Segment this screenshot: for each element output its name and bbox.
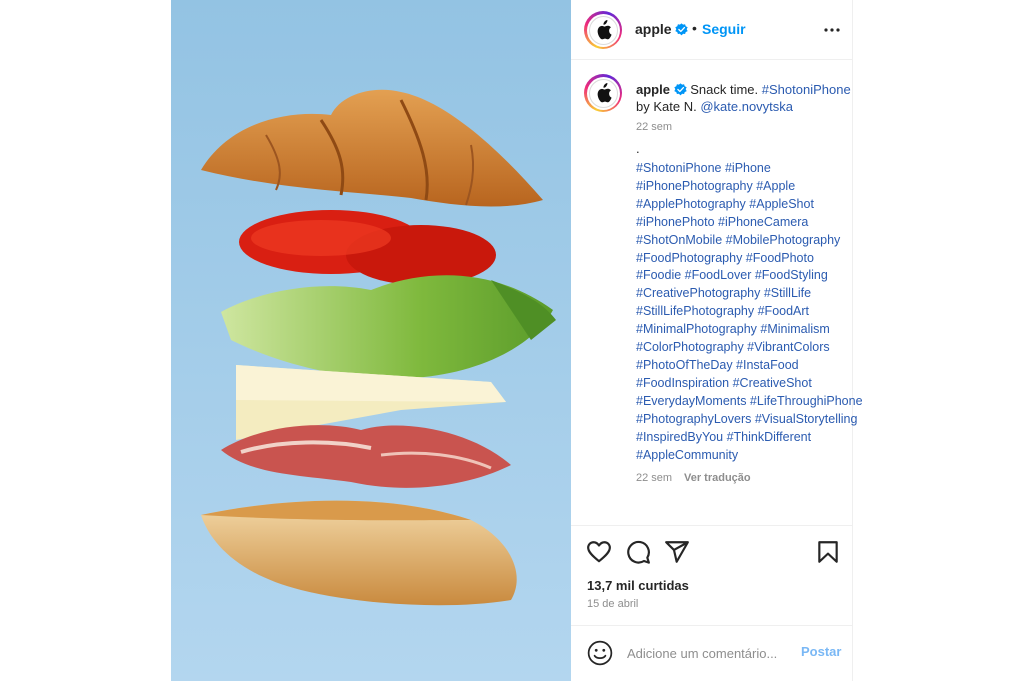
caption-by-text: by Kate N. — [636, 99, 697, 114]
story-ring[interactable] — [584, 11, 622, 49]
follow-button[interactable]: Seguir — [702, 21, 746, 37]
hashtag-line[interactable]: #PhotographyLovers #VisualStorytelling — [636, 411, 857, 429]
comment-icon[interactable] — [625, 539, 651, 565]
more-options-icon[interactable] — [823, 22, 841, 38]
caption-dot: . — [636, 141, 640, 156]
post-details-panel: apple • Seguir apple Snack time. #Shoton… — [571, 0, 863, 681]
hashtag-line[interactable]: #iPhonePhoto #iPhoneCamera — [636, 214, 851, 232]
hashtag-line[interactable]: #EverydayMoments #LifeThroughiPhone — [636, 393, 863, 411]
verified-badge-icon — [673, 83, 687, 96]
apple-logo-icon — [597, 83, 612, 103]
caption-text: Snack time. — [690, 82, 759, 97]
post-photo[interactable] — [171, 0, 571, 681]
hashtag-line[interactable]: #iPhonePhotography #Apple — [636, 178, 851, 196]
heart-icon[interactable] — [586, 539, 612, 565]
see-translation-link[interactable]: Ver tradução — [684, 472, 751, 484]
caption-credit-line: by Kate N. @kate.novytska — [636, 98, 793, 115]
caption-mention[interactable]: @kate.novytska — [700, 99, 793, 114]
post-header: apple • Seguir — [571, 0, 853, 60]
comment-bar: Postar — [571, 625, 853, 681]
hashtag-line[interactable]: #PhotoOfTheDay #InstaFood — [636, 357, 851, 375]
header-separator: • — [692, 20, 697, 36]
hashtag-line[interactable]: #FoodInspiration #CreativeShot — [636, 375, 851, 393]
caption-username[interactable]: apple — [636, 82, 670, 97]
emoji-icon[interactable] — [587, 640, 613, 666]
hashtag-line[interactable]: #CreativePhotography #StillLife — [636, 285, 851, 303]
post-comment-button[interactable]: Postar — [801, 644, 841, 659]
hashtag-line[interactable]: #ColorPhotography #VibrantColors — [636, 339, 851, 357]
caption-section: apple Snack time. #ShotoniPhone by Kate … — [571, 61, 863, 525]
verified-badge-icon — [675, 23, 688, 36]
hashtag-line[interactable]: #StillLifePhotography #FoodArt — [636, 303, 851, 321]
paper-plane-icon[interactable] — [664, 539, 690, 565]
hashtag-line[interactable]: #Foodie #FoodLover #FoodStyling — [636, 267, 851, 285]
caption-time-secondary: 22 sem — [636, 472, 673, 484]
hashtag-line[interactable]: #MinimalPhotography #Minimalism — [636, 321, 851, 339]
apple-logo-icon — [597, 20, 612, 40]
hashtag-list: #ShotoniPhone #iPhone #iPhonePhotography… — [636, 160, 863, 465]
post-date: 15 de abril — [587, 598, 639, 610]
header-username[interactable]: apple — [635, 21, 672, 37]
comment-input[interactable] — [627, 642, 797, 664]
hashtag-line[interactable]: #InspiredByYou #ThinkDifferent — [636, 429, 851, 447]
caption-time: 22 sem — [636, 121, 673, 133]
hashtag-line[interactable]: #ShotoniPhone #iPhone — [636, 160, 851, 178]
caption-avatar[interactable] — [584, 74, 622, 112]
caption-hashtag[interactable]: #ShotoniPhone — [762, 82, 851, 97]
hashtag-line[interactable]: #FoodPhotography #FoodPhoto — [636, 250, 851, 268]
bookmark-icon[interactable] — [815, 539, 841, 565]
post-actions: 13,7 mil curtidas 15 de abril — [571, 525, 853, 625]
caption-first-line: apple Snack time. #ShotoniPhone — [636, 81, 851, 98]
hashtag-line[interactable]: #ShotOnMobile #MobilePhotography — [636, 232, 851, 250]
sandwich-photo-illustration — [171, 0, 571, 681]
hashtag-line[interactable]: #ApplePhotography #AppleShot — [636, 196, 851, 214]
hashtag-line[interactable]: #AppleCommunity — [636, 447, 851, 465]
likes-count[interactable]: 13,7 mil curtidas — [587, 578, 689, 593]
